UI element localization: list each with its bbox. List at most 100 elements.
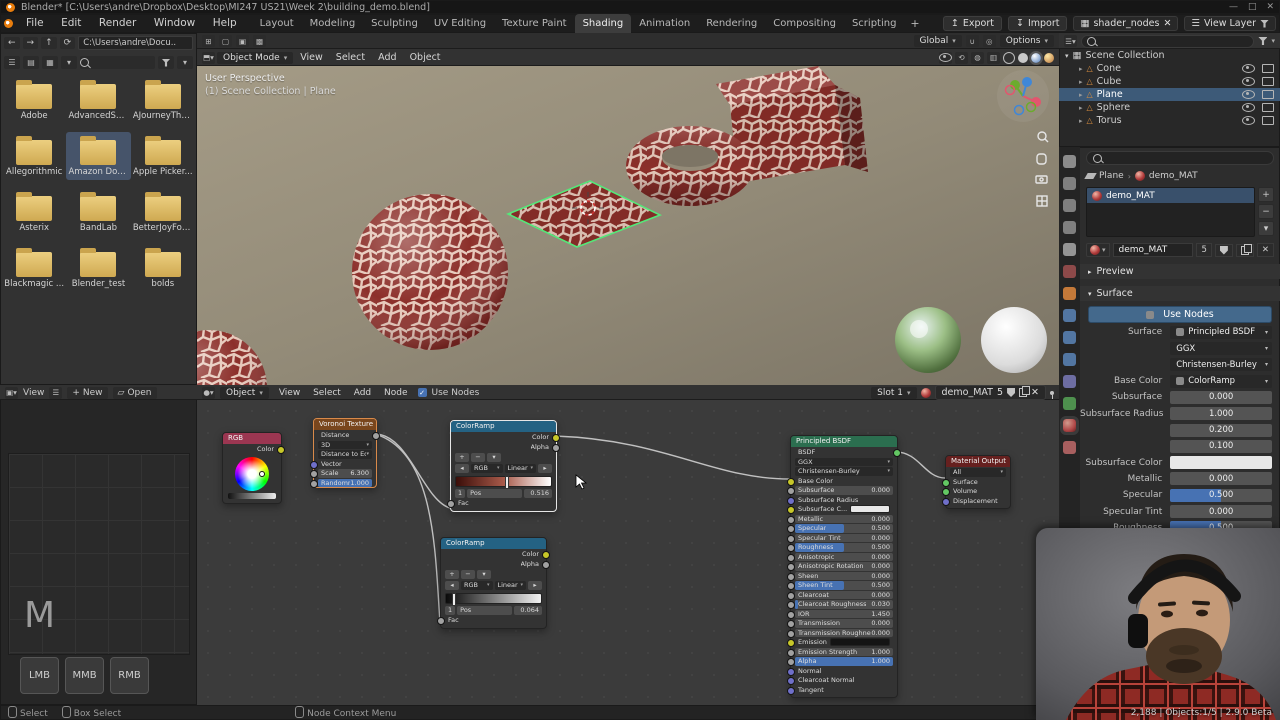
slot-specials-dropdown[interactable]: ▾ bbox=[1258, 221, 1274, 236]
input-socket[interactable] bbox=[787, 667, 795, 676]
input-socket[interactable] bbox=[310, 460, 318, 469]
folder-item[interactable]: Blender_test bbox=[66, 244, 130, 292]
show-overlays-icon[interactable]: ◍ bbox=[971, 51, 984, 64]
tool-option-icon-2[interactable]: ▣ bbox=[236, 35, 249, 47]
input-socket[interactable] bbox=[310, 470, 318, 478]
gradient-handle[interactable] bbox=[505, 476, 510, 489]
properties-tab-icon[interactable] bbox=[1063, 353, 1076, 366]
material-slot-row[interactable]: demo_MAT bbox=[1087, 188, 1254, 203]
property-widget[interactable]: 0.000 ▾ bbox=[1170, 472, 1272, 486]
node-row[interactable]: GGX ▾ bbox=[795, 457, 893, 466]
menu-icon[interactable]: ☰ bbox=[49, 386, 63, 399]
property-widget[interactable]: GGX ▾ bbox=[1170, 342, 1272, 356]
input-socket[interactable] bbox=[437, 617, 445, 625]
input-socket[interactable] bbox=[787, 496, 795, 505]
display-horizontal-list-icon[interactable]: ▤ bbox=[23, 56, 39, 69]
users-count[interactable]: 5 bbox=[997, 387, 1003, 398]
node-row[interactable]: Clearcoat Roughness 0.030 ▾ bbox=[787, 600, 893, 609]
gradient-handle[interactable] bbox=[452, 593, 457, 606]
input-socket[interactable] bbox=[787, 515, 795, 524]
input-socket[interactable] bbox=[310, 479, 318, 488]
interpolation-dropdown[interactable]: Linear bbox=[494, 581, 526, 590]
view-layer-selector[interactable]: ☰ View Layer bbox=[1184, 16, 1276, 31]
pos-value-field[interactable]: 0.064 bbox=[514, 606, 542, 615]
node-row[interactable]: Base Color ▾ bbox=[787, 477, 893, 486]
shading-solid-icon[interactable] bbox=[1018, 52, 1028, 63]
hide-eye-icon[interactable] bbox=[1242, 90, 1255, 99]
menubar-item[interactable]: Render bbox=[92, 17, 143, 29]
input-socket[interactable] bbox=[787, 487, 795, 495]
properties-tab-icon[interactable] bbox=[1063, 287, 1076, 300]
folder-item[interactable]: Apple Picker... bbox=[131, 132, 195, 180]
node-row[interactable]: Subsurface 0.000 ▾ bbox=[787, 486, 893, 495]
open-image-button[interactable]: ▱ Open bbox=[112, 386, 157, 399]
fake-user-button[interactable] bbox=[1214, 243, 1233, 257]
node-row[interactable]: Clearcoat Normal ▾ bbox=[787, 676, 893, 685]
workspace-tab[interactable]: Layout bbox=[252, 14, 302, 33]
input-socket[interactable] bbox=[787, 648, 795, 657]
preview-section-header[interactable]: ▸ Preview bbox=[1080, 264, 1280, 279]
scene-selector[interactable]: ▦ shader_nodes ✕ bbox=[1073, 16, 1179, 31]
workspace-tab[interactable]: Rendering bbox=[698, 14, 765, 33]
next-stop-button[interactable]: ▸ bbox=[528, 581, 542, 590]
stop-index-field[interactable]: 1 bbox=[445, 606, 456, 615]
node-row[interactable]: Specular 0.500 ▾ bbox=[787, 524, 893, 533]
node-row[interactable]: IOR 1.450 ▾ bbox=[787, 609, 893, 619]
hide-eye-icon[interactable] bbox=[1242, 64, 1255, 73]
input-socket[interactable] bbox=[787, 620, 795, 628]
input-socket[interactable] bbox=[787, 553, 795, 562]
new-material-icon[interactable] bbox=[1019, 386, 1031, 397]
node-voronoi-texture[interactable]: Voronoi Texture Distance ▾ 3D ▾ Distance… bbox=[310, 418, 380, 488]
folder-item[interactable]: Allegorithmic bbox=[2, 132, 66, 180]
color-swatch[interactable] bbox=[829, 638, 890, 647]
breadcrumb-material[interactable]: demo_MAT bbox=[1149, 171, 1198, 181]
node-row[interactable]: Metallic 0.000 ▾ bbox=[787, 514, 893, 524]
use-nodes-button[interactable]: Use Nodes bbox=[1088, 306, 1272, 323]
shader-type-dropdown[interactable]: Object ▾ bbox=[220, 386, 269, 399]
breadcrumb-object[interactable]: Plane bbox=[1099, 171, 1124, 181]
disclosure-triangle-icon[interactable]: ▸ bbox=[1079, 117, 1083, 125]
snap-magnet-icon[interactable]: ∪ bbox=[965, 35, 979, 47]
workspace-tab[interactable]: Shading bbox=[574, 14, 632, 33]
property-widget[interactable]: 0.200 ▾ bbox=[1170, 423, 1272, 437]
workspace-tab[interactable]: Texture Paint bbox=[494, 14, 575, 33]
node-row[interactable]: Transmission 0.000 ▾ bbox=[787, 619, 893, 628]
proportional-editing-icon[interactable]: ◎ bbox=[982, 35, 996, 47]
menubar-item[interactable]: Window bbox=[147, 17, 202, 29]
property-widget[interactable]: Christensen-Burley ▾ bbox=[1170, 358, 1272, 372]
properties-tab-icon[interactable] bbox=[1063, 221, 1076, 234]
node-row[interactable]: Randomness 1.000 ▾ bbox=[310, 478, 372, 488]
folder-item[interactable]: bolds bbox=[131, 244, 195, 292]
node-row[interactable]: Specular Tint 0.000 ▾ bbox=[787, 533, 893, 543]
remove-slot-button[interactable]: − bbox=[1258, 204, 1274, 219]
nav-up-button[interactable]: ↑ bbox=[41, 37, 57, 49]
filter-toggle[interactable] bbox=[158, 56, 174, 69]
minimize-button[interactable]: — bbox=[1229, 2, 1238, 12]
output-socket[interactable] bbox=[552, 443, 560, 452]
menubar-item[interactable]: Edit bbox=[54, 17, 88, 29]
material-name-field[interactable]: demo_MAT bbox=[1112, 243, 1194, 257]
input-socket[interactable] bbox=[787, 563, 795, 571]
export-button[interactable]: ↥ Export bbox=[942, 16, 1002, 31]
shading-rendered-icon[interactable] bbox=[1044, 52, 1054, 63]
property-widget[interactable]: ColorRamp ▾ bbox=[1170, 374, 1272, 388]
input-socket[interactable] bbox=[787, 658, 795, 666]
maximize-button[interactable]: □ bbox=[1248, 2, 1257, 12]
property-widget[interactable]: 0.000 ▾ bbox=[1170, 390, 1272, 404]
disclosure-triangle-icon[interactable]: ▸ bbox=[1079, 91, 1083, 99]
tool-option-icon-3[interactable]: ▩ bbox=[253, 35, 266, 47]
new-image-button[interactable]: + New bbox=[67, 386, 108, 399]
input-socket[interactable] bbox=[787, 677, 795, 685]
active-tool-icon[interactable]: ⊞ bbox=[202, 35, 215, 47]
unlink-button[interactable]: ✕ bbox=[1256, 243, 1274, 257]
value-slider[interactable] bbox=[228, 492, 276, 499]
properties-tab-icon[interactable] bbox=[1063, 441, 1076, 454]
output-socket[interactable] bbox=[372, 432, 380, 440]
node-row[interactable]: Clearcoat 0.000 ▾ bbox=[787, 590, 893, 600]
show-gizmo-icon[interactable]: ⟲ bbox=[955, 51, 968, 64]
editor-type-icon[interactable]: ⬒▾ bbox=[202, 51, 215, 64]
gradient-bar[interactable] bbox=[445, 593, 542, 606]
outliner-object-row[interactable]: ▸ △ Plane bbox=[1059, 88, 1280, 101]
properties-search-input[interactable] bbox=[1086, 151, 1274, 165]
property-widget[interactable]: 1.000 ▾ bbox=[1170, 407, 1272, 421]
